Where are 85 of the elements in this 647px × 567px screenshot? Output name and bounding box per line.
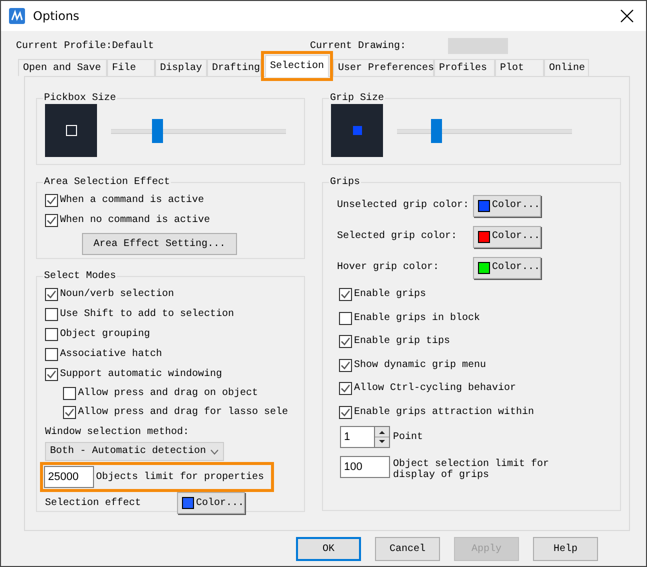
color-button[interactable]: Color... bbox=[473, 256, 541, 278]
area-effect-button[interactable]: Area Effect Setting... bbox=[82, 233, 237, 255]
checkbox-label: When no command is active bbox=[60, 214, 210, 226]
tab[interactable]: Profiles bbox=[434, 59, 495, 76]
checkbox[interactable] bbox=[339, 406, 352, 419]
checkbox-label: Allow press and drag for lasso sele bbox=[78, 407, 288, 418]
field-label: Objects limit for properties bbox=[96, 472, 264, 482]
group-title: Select Modes bbox=[43, 271, 118, 282]
checkbox-label: Allow Ctrl-cycling behavior bbox=[354, 383, 516, 394]
checkbox-label: Show dynamic grip menu bbox=[354, 360, 486, 371]
checkbox-label: Associative hatch bbox=[60, 348, 162, 360]
checkmark-icon bbox=[46, 214, 57, 226]
tab[interactable]: Open and Save bbox=[18, 59, 107, 76]
group-title: Grips bbox=[329, 177, 362, 188]
checkmark-icon bbox=[340, 383, 351, 394]
checkbox-label: Enable grips bbox=[354, 289, 426, 300]
group-title: Pickbox Size bbox=[43, 93, 118, 104]
checkmark-icon bbox=[46, 288, 57, 300]
checkbox[interactable] bbox=[339, 335, 352, 348]
checkmark-icon bbox=[340, 289, 351, 300]
window-title: Options bbox=[33, 9, 80, 23]
pickbox-icon bbox=[66, 125, 76, 136]
checkbox-label: Object grouping bbox=[60, 328, 150, 340]
input-field[interactable]: 25000 bbox=[44, 466, 94, 488]
slider-thumb[interactable] bbox=[152, 118, 162, 142]
color-button[interactable]: Color... bbox=[177, 492, 245, 514]
field-label: Selected grip color: bbox=[337, 231, 458, 242]
tab[interactable]: Online bbox=[544, 59, 589, 76]
tab[interactable]: Plot bbox=[495, 59, 544, 76]
input-field[interactable]: 100 bbox=[340, 456, 390, 478]
checkbox[interactable] bbox=[45, 194, 58, 206]
checkbox-label: Enable grip tips bbox=[354, 336, 450, 348]
tab[interactable]: File bbox=[107, 59, 155, 76]
checkmark-icon bbox=[64, 407, 75, 418]
checkmark-icon bbox=[340, 336, 351, 348]
checkbox-label: When a command is active bbox=[60, 194, 204, 206]
checkbox-label: Use Shift to add to selection bbox=[60, 308, 234, 320]
checkbox[interactable] bbox=[45, 328, 58, 340]
app-logo-icon bbox=[9, 8, 25, 24]
checkbox[interactable] bbox=[339, 288, 352, 302]
checkbox-label: Enable grips in block bbox=[354, 312, 480, 324]
slider-thumb[interactable] bbox=[430, 118, 442, 142]
field-label: Window selection method: bbox=[45, 426, 190, 438]
field-label: Point bbox=[393, 432, 424, 442]
checkbox[interactable] bbox=[45, 348, 58, 360]
checkbox[interactable] bbox=[339, 312, 352, 325]
checkbox[interactable] bbox=[63, 406, 76, 419]
checkbox[interactable] bbox=[339, 382, 352, 396]
color-button[interactable]: Color... bbox=[473, 226, 541, 248]
checkbox-label: Support automatic windowing bbox=[60, 368, 222, 380]
dialog-button[interactable]: Cancel bbox=[375, 537, 440, 561]
group-title: Grip Size bbox=[329, 93, 386, 104]
checkbox[interactable] bbox=[45, 368, 58, 380]
caret-icon bbox=[210, 448, 219, 454]
field-label: Unselected grip color: bbox=[337, 200, 470, 211]
field-label: Selection effect bbox=[45, 498, 142, 508]
checkmark-icon bbox=[340, 406, 351, 418]
checkmark-icon bbox=[46, 368, 57, 380]
group-title: Area Selection Effect bbox=[43, 177, 172, 188]
checkbox-label: Allow press and drag on object bbox=[78, 388, 258, 399]
spin-arrows-icon bbox=[374, 426, 390, 448]
tab[interactable]: Drafting bbox=[207, 59, 261, 76]
tab[interactable]: Display bbox=[155, 59, 207, 76]
selection-method-dropdown[interactable]: Both - Automatic detection bbox=[45, 442, 224, 461]
checkbox[interactable] bbox=[45, 288, 58, 300]
checkbox[interactable] bbox=[45, 308, 58, 320]
input-field[interactable]: 1 bbox=[340, 426, 374, 448]
checkmark-icon bbox=[340, 360, 351, 371]
close-icon bbox=[620, 9, 634, 23]
field-label: Object selection limit for display of grips bbox=[393, 458, 550, 481]
grip-icon bbox=[352, 126, 362, 135]
checkmark-icon bbox=[46, 194, 57, 206]
checkbox[interactable] bbox=[45, 214, 58, 226]
dialog-button[interactable]: Help bbox=[533, 537, 598, 561]
checkbox-label: Noun/verb selection bbox=[60, 288, 174, 300]
drawing-label: Current Drawing: bbox=[310, 40, 406, 52]
tab[interactable]: User Preferences bbox=[333, 59, 434, 76]
checkbox-label: Enable grips attraction within bbox=[354, 406, 534, 418]
drawing-name-field bbox=[448, 38, 508, 54]
profile-label: Current Profile:Default bbox=[16, 40, 156, 52]
dialog-button[interactable]: OK bbox=[296, 537, 361, 561]
color-button[interactable]: Color... bbox=[473, 194, 541, 216]
checkbox[interactable] bbox=[339, 358, 352, 372]
field-label: Hover grip color: bbox=[337, 262, 440, 273]
checkbox[interactable] bbox=[63, 387, 76, 400]
